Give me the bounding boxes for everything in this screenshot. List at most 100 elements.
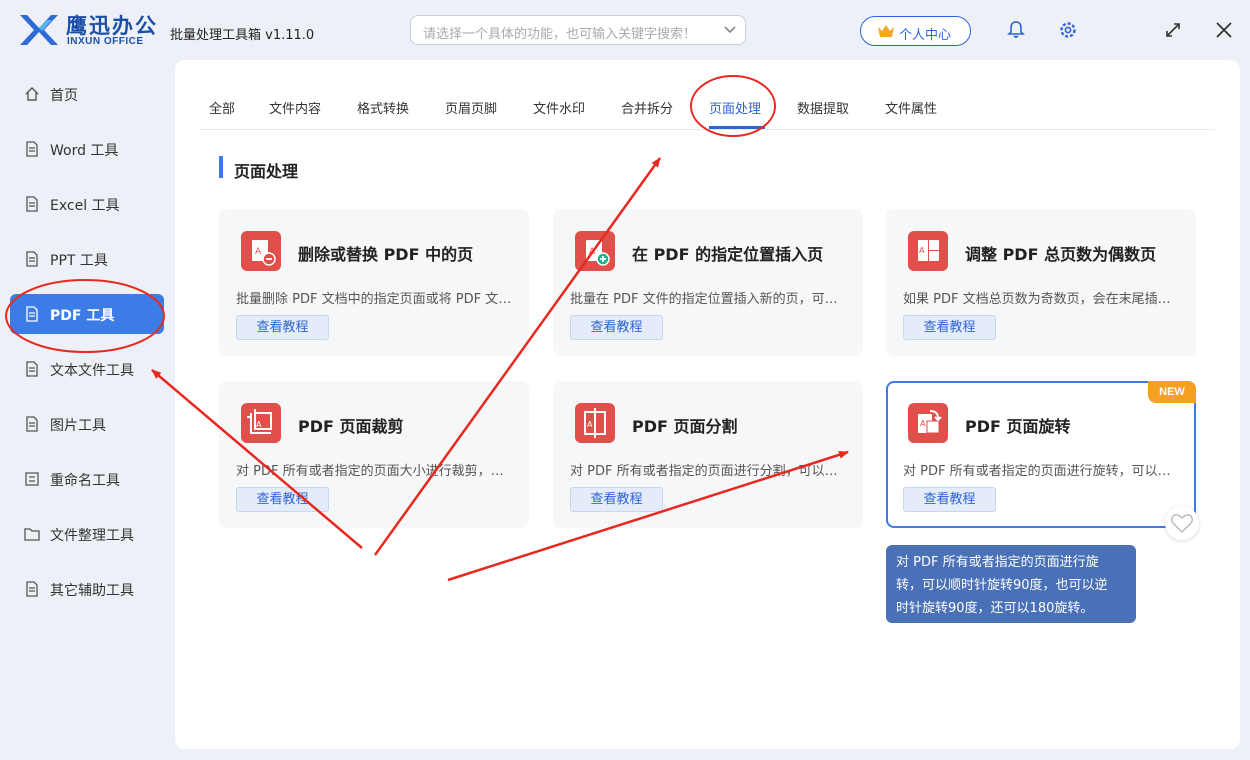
sidebar: 首页 Word 工具 Excel 工具 PPT 工具 PDF 工具 文本文件工具… — [0, 60, 166, 760]
svg-text:A: A — [589, 247, 596, 257]
sidebar-item-label: 图片工具 — [50, 415, 106, 435]
card-title: PDF 页面旋转 — [965, 413, 1071, 437]
favorite-button[interactable] — [1165, 506, 1199, 540]
folder-icon — [24, 526, 40, 542]
card-description: 对 PDF 所有或者指定的页面进行旋转，可以顺时针旋转90度 — [903, 460, 1183, 479]
svg-text:A: A — [587, 420, 593, 429]
sidebar-item-label: 首页 — [50, 85, 78, 105]
sidebar-item-label: 文本文件工具 — [50, 360, 134, 380]
sidebar-item-excel[interactable]: Excel 工具 — [10, 184, 164, 224]
document-icon — [24, 361, 40, 377]
pdf-rotate-icon: A — [908, 403, 948, 443]
card-description: 批量删除 PDF 文档中的指定页面或将 PDF 文档中的指定页面替换 — [236, 288, 516, 307]
home-icon — [24, 86, 40, 102]
tool-card-delete-replace-pages[interactable]: A 删除或替换 PDF 中的页 批量删除 PDF 文档中的指定页面或将 PDF … — [219, 209, 529, 356]
category-tabs: 全部 文件内容 格式转换 页眉页脚 文件水印 合并拆分 页面处理 数据提取 文件… — [200, 60, 1215, 130]
pdf-split-icon: A — [575, 403, 615, 443]
sidebar-item-label: 其它辅助工具 — [50, 580, 134, 600]
tab-watermark[interactable]: 文件水印 — [533, 98, 585, 117]
search-input[interactable]: 请选择一个具体的功能，也可输入关键字搜索！ — [410, 15, 746, 45]
user-center-label: 个人中心 — [899, 24, 951, 43]
crown-icon — [877, 24, 895, 38]
tab-file-content[interactable]: 文件内容 — [269, 98, 321, 117]
tab-merge-split[interactable]: 合并拆分 — [621, 98, 673, 117]
document-icon — [24, 251, 40, 267]
sidebar-item-text-file[interactable]: 文本文件工具 — [10, 349, 164, 389]
brand-name-en: INXUN OFFICE — [67, 36, 144, 47]
pdf-even-pages-icon: A — [908, 231, 948, 271]
sidebar-item-other[interactable]: 其它辅助工具 — [10, 569, 164, 609]
pdf-insert-page-icon: A — [575, 231, 615, 271]
user-center-button[interactable]: 个人中心 — [860, 16, 971, 46]
sidebar-item-rename[interactable]: 重命名工具 — [10, 459, 164, 499]
section-accent-bar — [219, 156, 223, 178]
pdf-crop-icon: A — [241, 403, 281, 443]
svg-text:A: A — [919, 246, 925, 255]
tool-card-rotate[interactable]: NEW A PDF 页面旋转 对 PDF 所有或者指定的页面进行旋转，可以顺时针… — [886, 381, 1196, 528]
tab-file-properties[interactable]: 文件属性 — [885, 98, 937, 117]
tab-data-extract[interactable]: 数据提取 — [797, 98, 849, 117]
tooltip-line: 对 PDF 所有或者指定的页面进行旋 — [896, 551, 1126, 574]
sidebar-item-image[interactable]: 图片工具 — [10, 404, 164, 444]
document-icon — [24, 416, 40, 432]
document-icon — [24, 196, 40, 212]
svg-text:A: A — [255, 247, 262, 257]
gear-icon[interactable] — [1058, 20, 1078, 40]
tooltip-line: 转，可以顺时针旋转90度，也可以逆 — [896, 574, 1126, 597]
tooltip-line: 时针旋转90度，还可以180旋转。 — [896, 597, 1126, 620]
sidebar-item-word[interactable]: Word 工具 — [10, 129, 164, 169]
tab-header-footer[interactable]: 页眉页脚 — [445, 98, 497, 117]
heart-icon — [1165, 506, 1199, 540]
tab-page-processing[interactable]: 页面处理 — [709, 98, 761, 117]
section-title: 页面处理 — [234, 158, 298, 182]
search-placeholder: 请选择一个具体的功能，也可输入关键字搜索！ — [423, 23, 696, 42]
maximize-icon[interactable] — [1163, 20, 1183, 40]
view-tutorial-button[interactable]: 查看教程 — [570, 315, 663, 340]
sidebar-item-home[interactable]: 首页 — [10, 74, 164, 114]
main-panel: 全部 文件内容 格式转换 页眉页脚 文件水印 合并拆分 页面处理 数据提取 文件… — [175, 60, 1240, 749]
tool-card-insert-page[interactable]: A 在 PDF 的指定位置插入页 批量在 PDF 文件的指定位置插入新的页，可以… — [553, 209, 863, 356]
document-icon — [24, 581, 40, 597]
view-tutorial-button[interactable]: 查看教程 — [903, 487, 996, 512]
card-description: 如果 PDF 文档总页数为奇数页，会在末尾插入一个空白页 — [903, 288, 1183, 307]
pdf-delete-page-icon: A — [241, 231, 281, 271]
tool-card-split[interactable]: A PDF 页面分割 对 PDF 所有或者指定的页面进行分割，可以按照横向或纵向… — [553, 381, 863, 528]
sidebar-item-label: Excel 工具 — [50, 195, 120, 215]
active-tab-indicator — [709, 126, 765, 129]
tab-format-convert[interactable]: 格式转换 — [357, 98, 409, 117]
view-tutorial-button[interactable]: 查看教程 — [570, 487, 663, 512]
tooltip: 对 PDF 所有或者指定的页面进行旋 转，可以顺时针旋转90度，也可以逆 时针旋… — [886, 545, 1136, 623]
tool-card-even-pages[interactable]: A 调整 PDF 总页数为偶数页 如果 PDF 文档总页数为奇数页，会在末尾插入… — [886, 209, 1196, 356]
card-title: 调整 PDF 总页数为偶数页 — [965, 241, 1156, 265]
card-title: PDF 页面裁剪 — [298, 413, 404, 437]
sidebar-item-label: Word 工具 — [50, 140, 118, 160]
document-icon — [24, 141, 40, 157]
sidebar-item-pdf[interactable]: PDF 工具 — [10, 294, 164, 334]
svg-text:A: A — [920, 419, 926, 428]
sidebar-item-label: PPT 工具 — [50, 250, 108, 270]
card-title: 删除或替换 PDF 中的页 — [298, 241, 473, 265]
view-tutorial-button[interactable]: 查看教程 — [236, 487, 329, 512]
title-bar: 鹰迅办公 INXUN OFFICE 批量处理工具箱 v1.11.0 请选择一个具… — [0, 0, 1250, 60]
view-tutorial-button[interactable]: 查看教程 — [236, 315, 329, 340]
card-title: PDF 页面分割 — [632, 413, 738, 437]
bell-icon[interactable] — [1006, 20, 1026, 40]
view-tutorial-button[interactable]: 查看教程 — [903, 315, 996, 340]
list-icon — [24, 471, 40, 487]
new-badge: NEW — [1148, 381, 1196, 403]
card-title: 在 PDF 的指定位置插入页 — [632, 241, 823, 265]
sidebar-item-ppt[interactable]: PPT 工具 — [10, 239, 164, 279]
app-logo-icon — [18, 12, 60, 48]
chevron-down-icon[interactable] — [723, 22, 737, 36]
svg-text:A: A — [256, 420, 262, 429]
tool-card-crop[interactable]: A PDF 页面裁剪 对 PDF 所有或者指定的页面大小进行裁剪，去除多余的边距… — [219, 381, 529, 528]
close-icon[interactable] — [1214, 20, 1234, 40]
sidebar-item-file-organize[interactable]: 文件整理工具 — [10, 514, 164, 554]
sidebar-item-label: PDF 工具 — [50, 305, 114, 325]
sidebar-item-label: 文件整理工具 — [50, 525, 134, 545]
sidebar-item-label: 重命名工具 — [50, 470, 120, 490]
card-description: 对 PDF 所有或者指定的页面大小进行裁剪，去除多余的边距 — [236, 460, 516, 479]
card-description: 对 PDF 所有或者指定的页面进行分割，可以按照横向或纵向分割 — [570, 460, 850, 479]
tab-all[interactable]: 全部 — [209, 98, 235, 117]
document-icon — [24, 306, 40, 322]
